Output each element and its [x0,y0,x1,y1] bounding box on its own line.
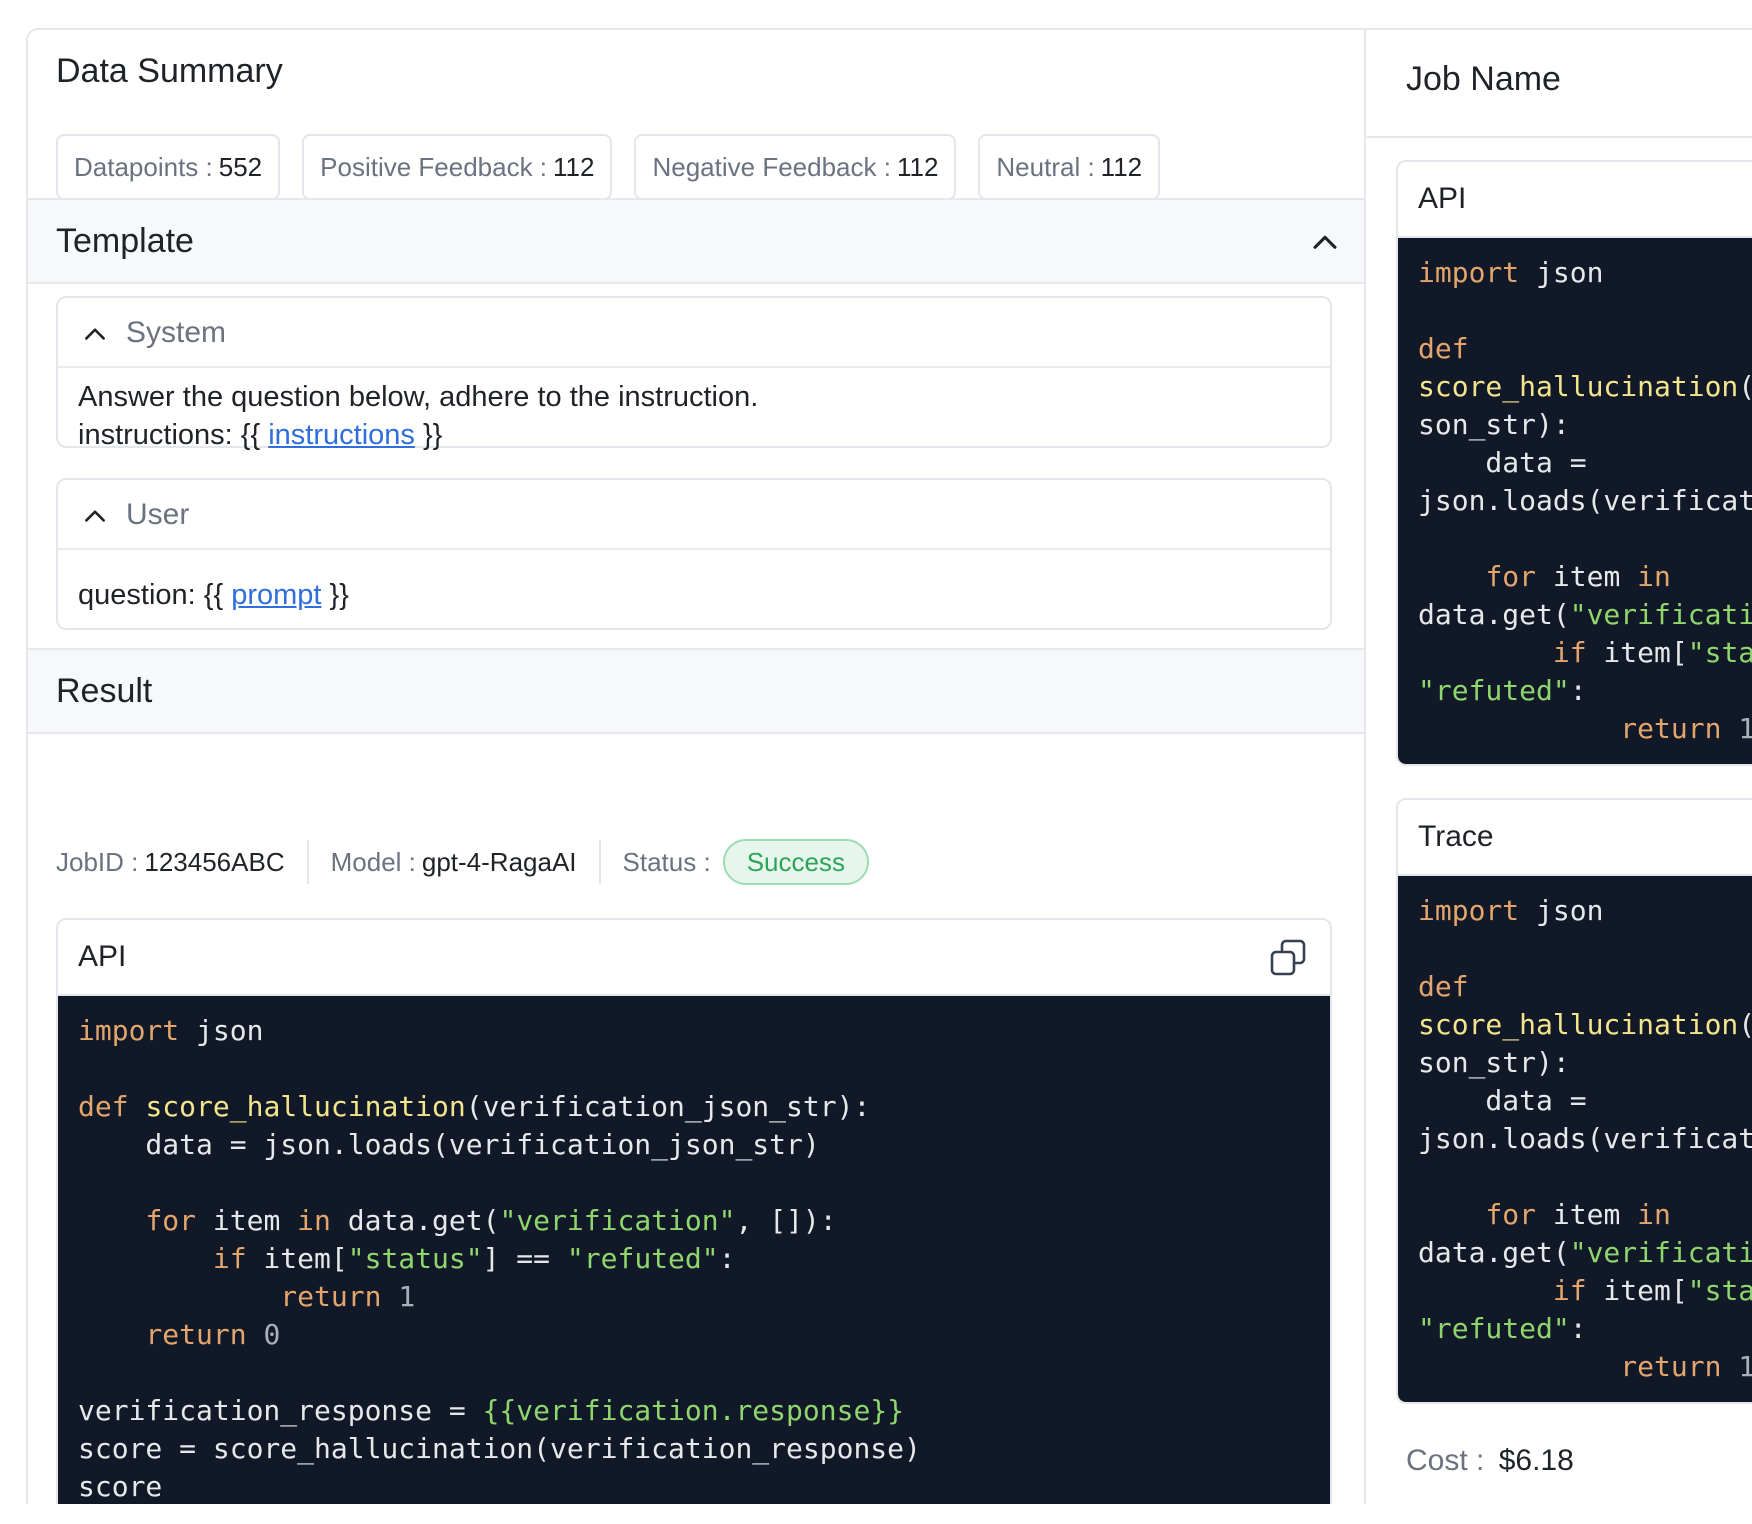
stat-label: Negative Feedback : [652,151,891,182]
chevron-up-icon[interactable] [82,504,108,526]
api-code-card: API import json def score_hallucination(… [56,918,1332,1504]
system-card-header[interactable]: System [58,298,1330,368]
cost-value: $6.18 [1498,1444,1574,1477]
chevron-up-icon[interactable] [1308,226,1342,260]
divider [306,840,309,884]
system-body: Answer the question below, adhere to the… [58,368,1330,464]
user-suffix: }} [321,579,349,611]
system-line-2-prefix: instructions: {{ [78,419,269,451]
right-api-label: API [1418,182,1467,215]
system-line-2: instructions: {{ instructions }} [78,416,1310,454]
user-label: User [126,498,190,531]
right-api-card: API import json def score_hallucination(… [1396,160,1752,766]
job-id-label: JobID : [56,846,139,877]
user-card: User question: {{ prompt }} [56,478,1332,630]
right-api-header: API [1398,162,1752,238]
job-name-header: Job Name [1366,30,1752,138]
right-trace-header: Trace [1398,800,1752,876]
right-trace-label: Trace [1418,820,1494,853]
copy-icon[interactable] [1268,938,1308,978]
stat-value: 112 [553,151,595,182]
api-code-header: API [58,920,1330,996]
right-api-code-block: import json def score_hallucination(veri… [1398,238,1752,764]
model-value: gpt-4-RagaAI [421,846,577,877]
stat-negative-feedback: Negative Feedback : 112 [634,134,957,200]
result-meta-row: JobID : 123456ABC Model : gpt-4-RagaAI S… [56,838,869,886]
data-summary-title: Data Summary [56,52,283,90]
left-panel: Data Summary Datapoints : 552 Positive F… [26,28,1366,1504]
result-section-header: Result [28,648,1366,734]
stat-datapoints: Datapoints : 552 [56,134,281,200]
job-id-value: 123456ABC [144,846,285,877]
user-body: question: {{ prompt }} [58,550,1330,624]
template-section-header[interactable]: Template [28,198,1366,284]
chevron-up-icon[interactable] [82,322,108,344]
cost-row: Cost : $6.18 [1406,1444,1574,1478]
stat-neutral: Neutral : 112 [978,134,1161,200]
user-prefix: question: {{ [78,579,232,611]
status-label: Status : [622,846,711,877]
divider [598,840,601,884]
stat-label: Datapoints : [74,151,213,182]
user-card-header[interactable]: User [58,480,1330,550]
right-panel: Job Name API import json def score_hallu… [1364,28,1752,1504]
stat-value: 552 [218,151,263,182]
stat-positive-feedback: Positive Feedback : 112 [302,134,613,200]
api-code-block: import json def score_hallucination(veri… [58,996,1330,1504]
system-card: System Answer the question below, adhere… [56,296,1332,451]
right-trace-card: Trace import json def score_hallucinatio… [1396,798,1752,1404]
stats-row: Datapoints : 552 Positive Feedback : 112… [56,134,1161,200]
system-line-2-suffix: }} [414,419,443,451]
template-title: Template [56,222,194,260]
cost-label: Cost : [1406,1444,1485,1477]
job-name-title: Job Name [1406,60,1561,98]
status-badge: Success [722,839,869,885]
instructions-variable-link[interactable]: instructions [268,419,415,451]
stat-value: 112 [1100,151,1143,182]
stat-label: Positive Feedback : [320,151,548,182]
stat-label: Neutral : [996,151,1095,182]
right-trace-code-block: import json def score_hallucination(veri… [1398,876,1752,1402]
model-label: Model : [330,846,416,877]
prompt-variable-link[interactable]: prompt [231,579,321,611]
system-line-1: Answer the question below, adhere to the… [78,381,759,413]
api-label: API [78,940,127,973]
stat-value: 112 [896,151,939,182]
system-label: System [126,316,227,349]
result-title: Result [56,672,153,710]
